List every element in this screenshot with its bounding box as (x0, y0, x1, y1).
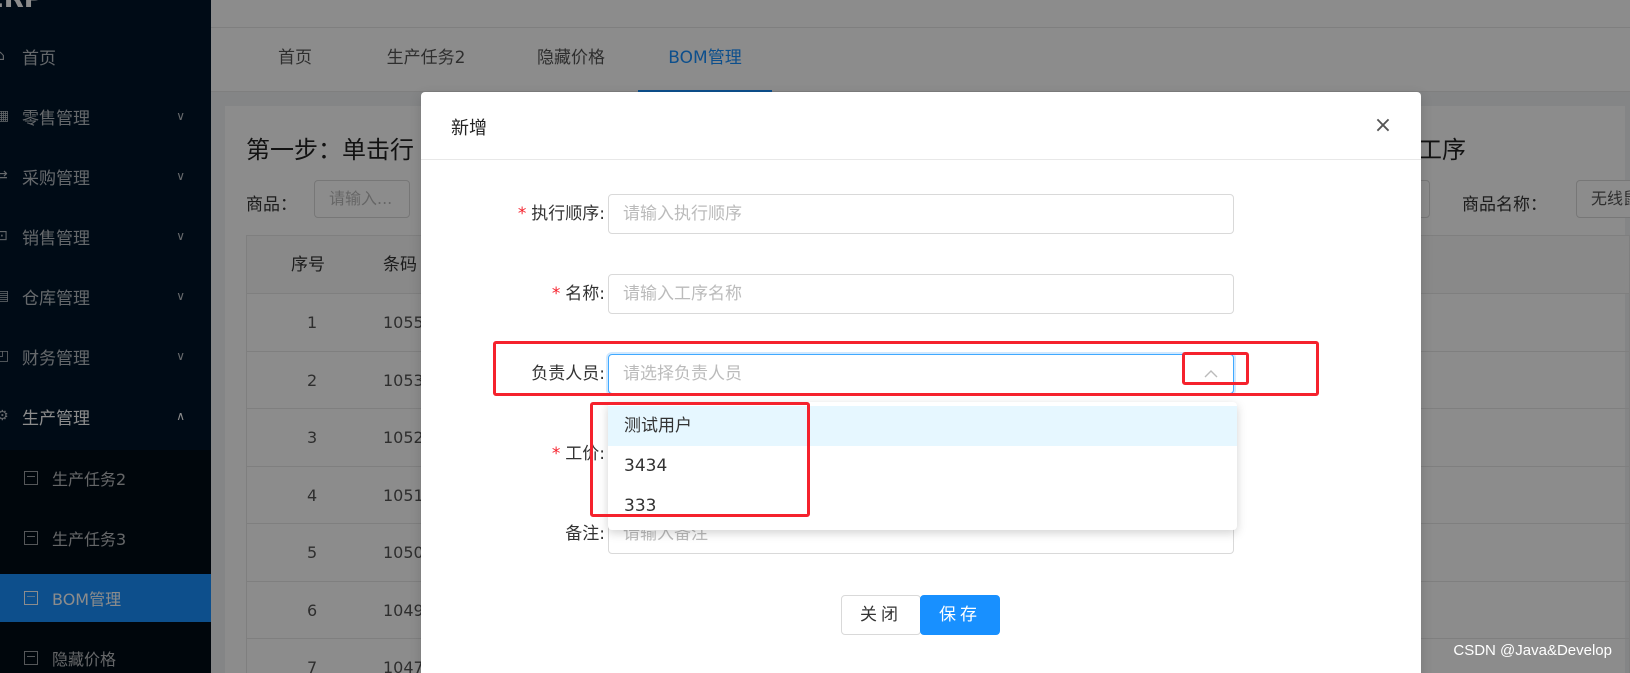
owner-label: 负责人员: (531, 354, 605, 394)
label-text: 负责人员: (531, 364, 605, 384)
label-text: 工价: (565, 444, 605, 464)
name-label: * 名称: (551, 274, 605, 314)
close-button[interactable]: 关闭 (841, 595, 921, 635)
close-icon[interactable]: × (1365, 108, 1401, 144)
name-input[interactable]: 请输入工序名称 (608, 274, 1234, 314)
form-row-name: * 名称: 请输入工序名称 (421, 274, 1421, 314)
order-input[interactable]: 请输入执行顺序 (608, 194, 1234, 234)
price-label: * 工价: (551, 434, 605, 474)
label-text: 执行顺序: (531, 204, 605, 224)
dropdown-option[interactable]: 3434 (608, 446, 1237, 486)
form-row-order: * 执行顺序: 请输入执行顺序 (421, 194, 1421, 234)
owner-select[interactable]: 请选择负责人员 (608, 354, 1234, 394)
modal-header: 新增 × (421, 92, 1421, 160)
remark-label: 备注: (565, 514, 605, 554)
dropdown-option[interactable]: 333 (608, 486, 1237, 526)
owner-select-placeholder: 请选择负责人员 (623, 364, 742, 384)
add-modal: 新增 × * 执行顺序: 请输入执行顺序 * 名称: 请输入工序名称 负责人员: 请… (421, 92, 1421, 673)
dropdown-option[interactable]: 测试用户 (608, 406, 1237, 446)
chevron-up-icon[interactable] (1199, 355, 1223, 393)
label-text: 备注: (565, 524, 605, 544)
watermark: CSDN @Java&Develop (1453, 642, 1612, 659)
order-label: * 执行顺序: (517, 194, 605, 234)
required-mark: * (517, 204, 528, 224)
owner-dropdown: 测试用户 3434 333 (608, 402, 1237, 530)
label-text: 名称: (565, 284, 605, 304)
form-row-owner: 负责人员: 请选择负责人员 (421, 354, 1421, 394)
save-button[interactable]: 保存 (920, 595, 1000, 635)
modal-title: 新增 (451, 118, 487, 139)
required-mark: * (551, 284, 562, 304)
required-mark: * (551, 444, 562, 464)
